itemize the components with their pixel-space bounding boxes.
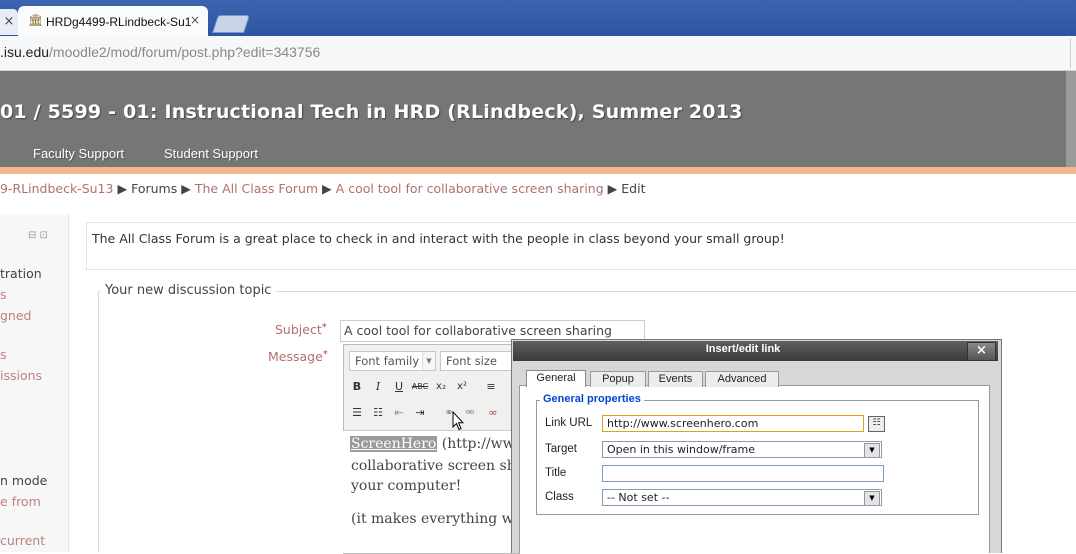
new-tab-button[interactable] — [212, 15, 250, 33]
class-label: Class — [545, 491, 574, 503]
tab-title: HRDg4499-RLindbeck-Su1 — [46, 15, 192, 29]
editor-content-area[interactable]: ScreenHero (http://www.s collaborative s… — [343, 430, 537, 553]
target-select[interactable]: Open in this window/frame ▼ — [602, 441, 882, 458]
tab-advanced[interactable]: Advanced — [705, 371, 779, 387]
sidebar-item-assigned[interactable]: gned — [0, 308, 31, 323]
url-text[interactable]: .isu.edu/moodle2/mod/forum/post.php?edit… — [0, 44, 320, 60]
breadcrumb-separator: ▶ — [117, 181, 128, 196]
numbered-list-icon[interactable]: ☷ — [369, 404, 387, 422]
browse-file-icon[interactable]: ☷ — [868, 416, 885, 432]
breadcrumb-separator: ▶ — [181, 181, 191, 196]
font-family-select[interactable]: Font family ▼ — [349, 351, 436, 371]
editor-line: collaborative screen shari — [351, 458, 536, 474]
editor-line: your computer! — [351, 478, 462, 494]
chevron-down-icon: ▼ — [422, 352, 435, 370]
bold-icon[interactable]: B — [348, 378, 366, 396]
forum-intro-text: The All Class Forum is a great place to … — [92, 231, 785, 246]
previous-tab-close-button[interactable]: × — [0, 9, 18, 35]
address-bar-divider — [1070, 38, 1071, 68]
underline-icon[interactable]: U — [390, 378, 408, 396]
link-url-label: Link URL — [545, 417, 593, 429]
sidebar-item-link[interactable]: s — [0, 347, 7, 362]
target-label: Target — [545, 443, 577, 455]
bullet-list-icon[interactable]: ☰ — [348, 404, 366, 422]
subject-label: Subject* — [275, 322, 327, 337]
tab-close-button[interactable]: × — [190, 13, 200, 27]
italic-icon[interactable]: I — [369, 378, 387, 396]
sidebar-item-from[interactable]: e from — [0, 494, 41, 509]
fieldset-legend: Your new discussion topic — [100, 283, 277, 298]
chevron-down-icon: ▼ — [864, 491, 880, 505]
university-favicon-icon: 🏛 — [28, 13, 44, 27]
selected-text: ScreenHero — [350, 436, 438, 452]
general-properties-legend: General properties — [540, 393, 644, 405]
mouse-pointer-icon — [452, 411, 464, 431]
sidebar-item-permissions[interactable]: issions — [0, 368, 42, 383]
outdent-icon[interactable]: ⇤ — [390, 404, 408, 422]
breadcrumb-forums[interactable]: Forums — [131, 181, 177, 196]
tab-events[interactable]: Events — [648, 371, 703, 387]
required-marker: * — [322, 349, 328, 360]
address-bar[interactable]: .isu.edu/moodle2/mod/forum/post.php?edit… — [0, 36, 1076, 71]
breadcrumb-forum[interactable]: The All Class Forum — [195, 181, 318, 196]
superscript-icon[interactable]: x² — [453, 378, 471, 396]
breadcrumb-course[interactable]: 9-RLindbeck-Su13 — [0, 181, 113, 196]
breadcrumb-current: Edit — [621, 181, 646, 196]
dialog-title: Insert/edit link — [705, 343, 781, 355]
active-browser-tab[interactable]: 🏛 HRDg4499-RLindbeck-Su1 × — [18, 6, 208, 36]
tab-general[interactable]: General — [526, 370, 586, 387]
font-size-select[interactable]: Font size — [440, 351, 521, 371]
strikethrough-icon[interactable]: ABC — [411, 378, 429, 396]
sidebar-item-link[interactable]: s — [0, 287, 7, 302]
forum-intro-box — [86, 222, 1076, 270]
title-input[interactable] — [602, 465, 884, 482]
header-right-edge — [1066, 71, 1076, 174]
breadcrumb: 9-RLindbeck-Su13 ▶ Forums ▶ The All Class Fo… — [0, 181, 646, 196]
tab-popup[interactable]: Popup — [590, 371, 646, 387]
indent-icon[interactable]: ⇥ — [411, 404, 429, 422]
editor-line: (it makes everything work — [351, 511, 538, 527]
dialog-close-button[interactable]: × — [967, 342, 996, 361]
anchor-link-icon[interactable]: ∞ — [484, 404, 502, 422]
sidebar-item-administration[interactable]: tration — [0, 266, 42, 281]
nav-student-support[interactable]: Student Support — [164, 146, 258, 161]
message-label: Message* — [268, 349, 328, 364]
nav-faculty-support[interactable]: Faculty Support — [33, 146, 124, 161]
required-marker: * — [321, 322, 327, 333]
align-left-icon[interactable]: ≡ — [482, 378, 500, 396]
breadcrumb-discussion[interactable]: A cool tool for collaborative screen sha… — [336, 181, 604, 196]
block-collapse-dock-icon[interactable]: ⊟ ⊡ — [28, 230, 48, 241]
title-label: Title — [545, 467, 567, 479]
course-title: 01 / 5599 - 01: Instructional Tech in HR… — [0, 101, 743, 123]
class-select[interactable]: -- Not set -- ▼ — [602, 489, 882, 506]
subscript-icon[interactable]: x₂ — [432, 378, 450, 396]
breadcrumb-separator: ▶ — [607, 181, 618, 196]
sidebar-item-mode[interactable]: n mode — [0, 473, 47, 488]
sidebar-item-current[interactable]: current — [0, 533, 45, 548]
header-accent-strip — [0, 167, 1076, 174]
breadcrumb-separator: ▶ — [322, 181, 332, 196]
chevron-down-icon: ▼ — [864, 443, 880, 457]
link-url-input[interactable]: http://www.screenhero.com — [602, 415, 864, 432]
editor-line: ScreenHero (http://www.s — [350, 436, 537, 452]
